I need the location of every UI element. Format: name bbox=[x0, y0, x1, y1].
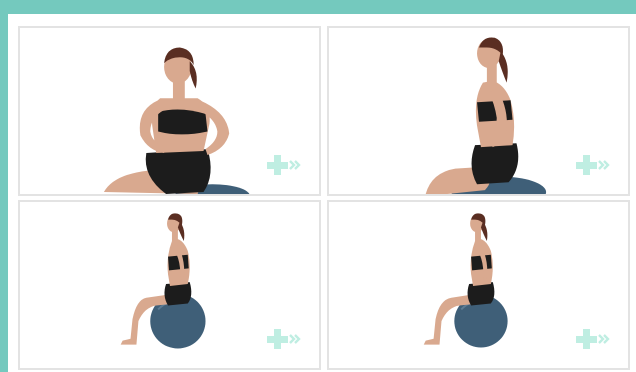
exercise-image-card-4[interactable] bbox=[327, 200, 630, 370]
exercise-image-panel bbox=[8, 14, 636, 372]
expand-plus-arrows-icon[interactable] bbox=[267, 326, 301, 352]
expand-plus-arrows-icon[interactable] bbox=[576, 326, 610, 352]
exercise-image-card-2[interactable] bbox=[327, 26, 630, 196]
exercise-image-grid bbox=[18, 26, 630, 372]
exercise-image-card-1[interactable] bbox=[18, 26, 321, 196]
header-band bbox=[0, 0, 636, 14]
exercise-image-card-3[interactable] bbox=[18, 200, 321, 370]
expand-plus-arrows-icon[interactable] bbox=[267, 152, 301, 178]
expand-plus-arrows-icon[interactable] bbox=[576, 152, 610, 178]
